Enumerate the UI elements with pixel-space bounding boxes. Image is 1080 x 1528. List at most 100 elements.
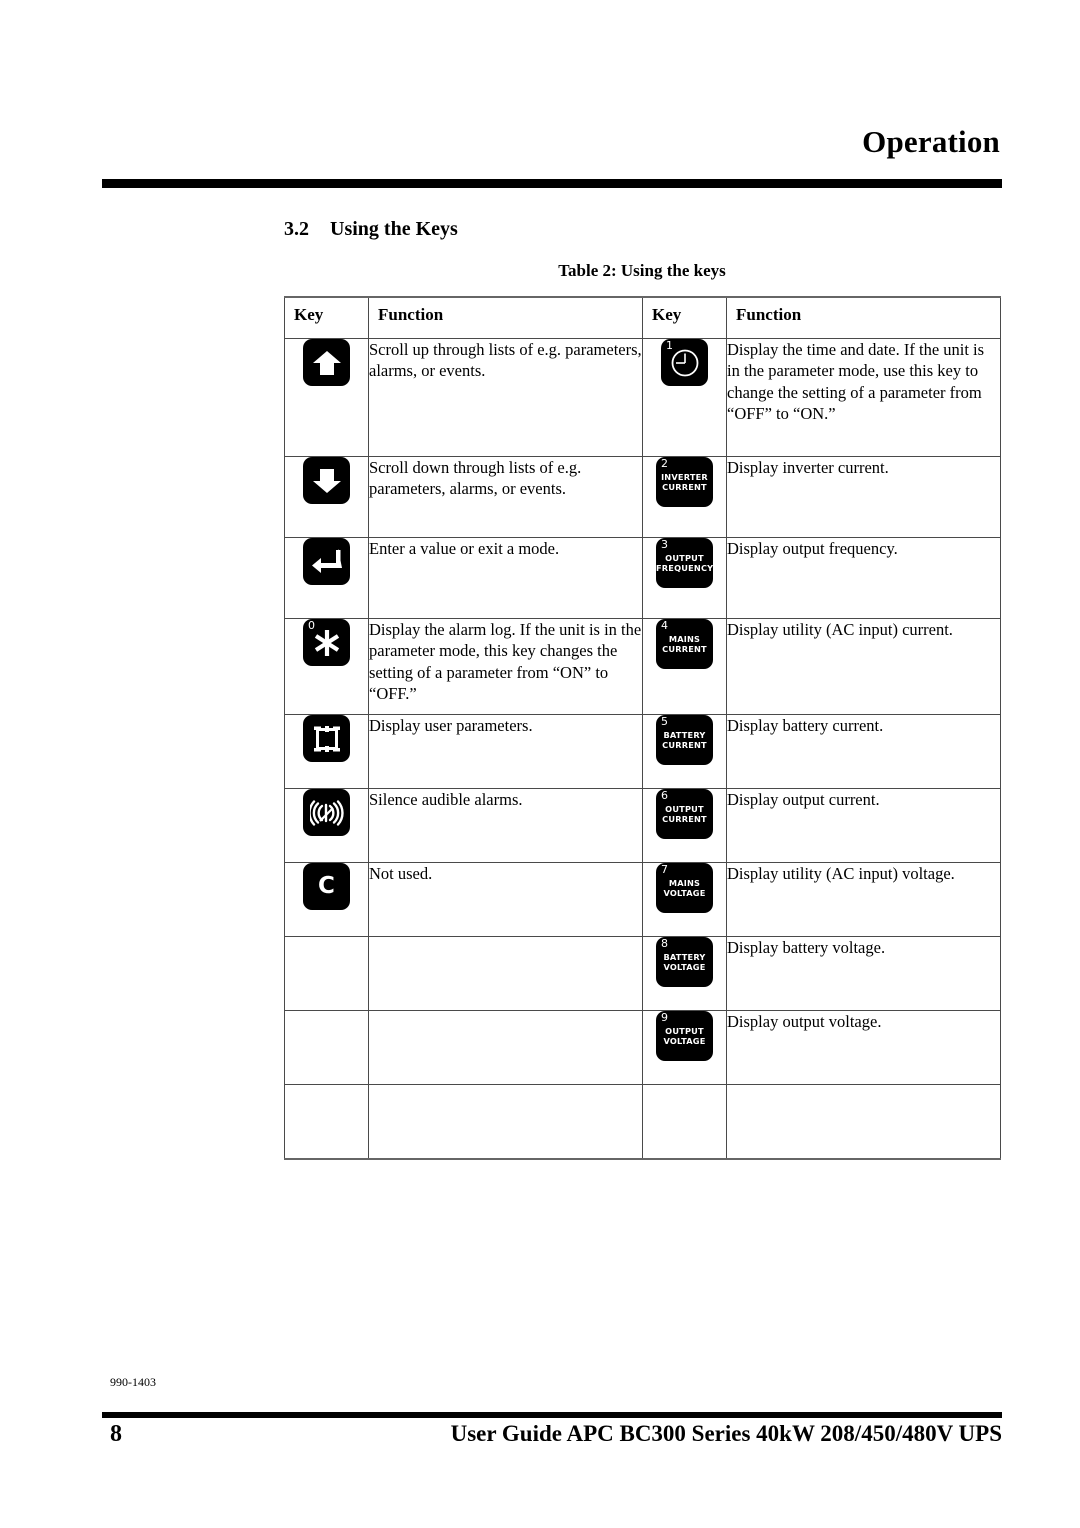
- key-cell-right: [642, 1084, 727, 1160]
- key-corner-number: 9: [661, 1011, 668, 1024]
- c-key[interactable]: C: [303, 863, 350, 910]
- battery-voltage-key[interactable]: 8 BATTERY VOLTAGE: [656, 937, 713, 987]
- key-cell-left: [284, 1010, 369, 1085]
- footer-rule: [102, 1412, 1002, 1418]
- key-corner-number: 7: [661, 863, 668, 876]
- key-cell-right: 9 OUTPUT VOLTAGE: [642, 1010, 727, 1085]
- asterisk-icon: [303, 619, 350, 666]
- column-header-key-right: Key: [642, 296, 727, 339]
- key-cell-right: 1: [642, 338, 727, 457]
- table-header-row: Key Function Key Function: [284, 296, 1001, 339]
- table-row: [284, 1084, 1001, 1160]
- function-cell-left: Silence audible alarms.: [368, 788, 643, 863]
- key-cell-right: 3 OUTPUT FREQUENCY: [642, 537, 727, 619]
- function-cell-right: Display battery current.: [726, 714, 1001, 789]
- section-number: 3.2: [284, 218, 309, 240]
- key-cell-right: 6 OUTPUT CURRENT: [642, 788, 727, 863]
- sound-waves-icon: [303, 789, 350, 836]
- key-label: OUTPUT CURRENT: [662, 804, 707, 824]
- function-cell-right: Display output current.: [726, 788, 1001, 863]
- key-label: MAINS VOLTAGE: [663, 878, 706, 898]
- function-cell-left: [368, 936, 643, 1011]
- key-cell-left: [284, 936, 369, 1011]
- function-cell-left: [368, 1010, 643, 1085]
- key-corner-number: 8: [661, 937, 668, 950]
- up-arrow-icon: [303, 339, 350, 386]
- output-frequency-key[interactable]: 3 OUTPUT FREQUENCY: [656, 538, 713, 588]
- key-cell-left: [284, 338, 369, 457]
- mains-voltage-key[interactable]: 7 MAINS VOLTAGE: [656, 863, 713, 913]
- letter-c-icon: C: [318, 873, 335, 899]
- arrow-down-key[interactable]: [303, 457, 350, 504]
- table-row: Enter a value or exit a mode. 3 OUTPUT FREQ…: [284, 537, 1001, 619]
- function-cell-right: Display output frequency.: [726, 537, 1001, 619]
- table-row: 9 OUTPUT VOLTAGE Display output voltage.: [284, 1010, 1001, 1085]
- table-caption: Table 2: Using the keys: [558, 261, 726, 280]
- key-cell-left: [284, 537, 369, 619]
- down-arrow-icon: [303, 457, 350, 504]
- section-heading: 3.2 Using the Keys: [284, 218, 458, 241]
- key-cell-left: [284, 788, 369, 863]
- key-cell-right: 8 BATTERY VOLTAGE: [642, 936, 727, 1011]
- table-row: Scroll down through lists of e.g. parame…: [284, 456, 1001, 538]
- document-number: 990-1403: [110, 1375, 156, 1389]
- battery-current-key[interactable]: 5 BATTERY CURRENT: [656, 715, 713, 765]
- column-header-function-left: Function: [368, 296, 643, 339]
- chapter-title: Operation: [862, 124, 1000, 159]
- function-cell-right: Display utility (AC input) current.: [726, 618, 1001, 715]
- key-label: INVERTER CURRENT: [661, 472, 708, 492]
- clock-face-icon: [661, 339, 708, 386]
- key-cell-left: [284, 714, 369, 789]
- key-label: OUTPUT FREQUENCY: [656, 553, 714, 573]
- table-row: Display user parameters. 5 BATTERY CURRENT D…: [284, 714, 1001, 789]
- key-cell-left: C: [284, 862, 369, 937]
- asterisk-key[interactable]: 0: [303, 619, 350, 666]
- key-cell-right: 7 MAINS VOLTAGE: [642, 862, 727, 937]
- key-label: MAINS CURRENT: [662, 634, 707, 654]
- function-cell-right: Display the time and date. If the unit i…: [726, 338, 1001, 457]
- enter-arrow-icon: [303, 538, 350, 585]
- function-cell-left: Display user parameters.: [368, 714, 643, 789]
- inverter-current-key[interactable]: 2 INVERTER CURRENT: [656, 457, 713, 507]
- output-voltage-key[interactable]: 9 OUTPUT VOLTAGE: [656, 1011, 713, 1061]
- column-header-function-right: Function: [726, 296, 1001, 339]
- key-corner-number: 6: [661, 789, 668, 802]
- using-the-keys-table: Key Function Key Function Scroll up thro…: [284, 296, 1001, 1160]
- section-title: Using the Keys: [330, 218, 458, 240]
- key-corner-number: 3: [661, 538, 668, 551]
- key-corner-number: 4: [661, 619, 668, 632]
- user-parameters-key[interactable]: [303, 715, 350, 762]
- clock-key[interactable]: 1: [661, 339, 708, 386]
- square-frame-icon: [303, 715, 350, 762]
- header-rule: [102, 179, 1002, 188]
- table-row: Scroll up through lists of e.g. paramete…: [284, 338, 1001, 457]
- key-cell-right: 5 BATTERY CURRENT: [642, 714, 727, 789]
- function-cell-right: Display utility (AC input) voltage.: [726, 862, 1001, 937]
- function-cell-right: Display output voltage.: [726, 1010, 1001, 1085]
- key-corner-number: 5: [661, 715, 668, 728]
- running-head: Operation: [100, 126, 1000, 157]
- footer-title: User Guide APC BC300 Series 40kW 208/450…: [450, 1421, 1002, 1446]
- output-current-key[interactable]: 6 OUTPUT CURRENT: [656, 789, 713, 839]
- function-cell-left: [368, 1084, 643, 1160]
- function-cell-right: Display inverter current.: [726, 456, 1001, 538]
- mains-current-key[interactable]: 4 MAINS CURRENT: [656, 619, 713, 669]
- function-cell-right: Display battery voltage.: [726, 936, 1001, 1011]
- alarm-silence-key[interactable]: [303, 789, 350, 836]
- key-cell-left: [284, 456, 369, 538]
- key-corner-number: 2: [661, 457, 668, 470]
- function-cell-left: Scroll up through lists of e.g. paramete…: [368, 338, 643, 457]
- arrow-up-key[interactable]: [303, 339, 350, 386]
- function-cell-left: Not used.: [368, 862, 643, 937]
- function-cell-left: Enter a value or exit a mode.: [368, 537, 643, 619]
- column-header-key-left: Key: [284, 296, 369, 339]
- function-cell-right: [726, 1084, 1001, 1160]
- function-cell-left: Scroll down through lists of e.g. parame…: [368, 456, 643, 538]
- table-row: Silence audible alarms. 6 OUTPUT CURRENT Dis…: [284, 788, 1001, 863]
- function-cell-left: Display the alarm log. If the unit is in…: [368, 618, 643, 715]
- table-row: 8 BATTERY VOLTAGE Display battery voltage.: [284, 936, 1001, 1011]
- enter-key[interactable]: [303, 538, 350, 585]
- key-cell-left: 0: [284, 618, 369, 715]
- page-number: 8: [110, 1421, 122, 1447]
- table-row: C Not used. 7 MAINS VOLTAGE Display utility (…: [284, 862, 1001, 937]
